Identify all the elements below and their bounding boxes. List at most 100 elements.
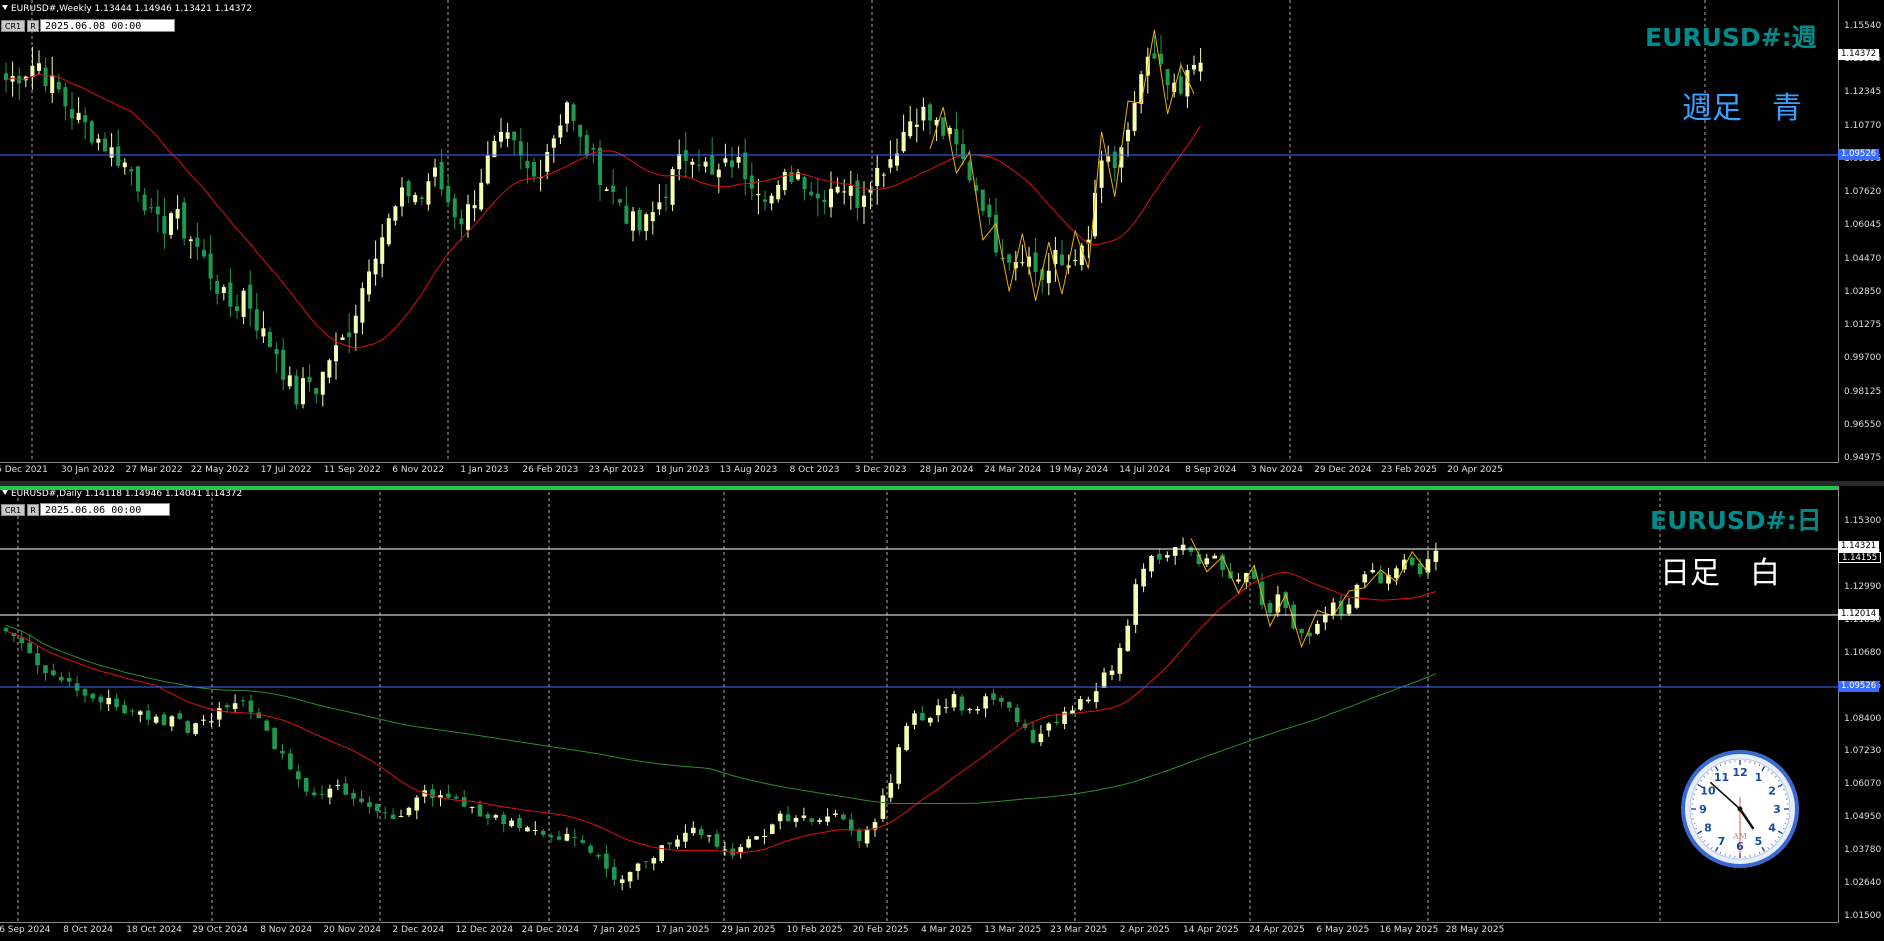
candle	[809, 181, 814, 197]
candle	[406, 179, 411, 203]
candle	[1046, 252, 1051, 296]
candle	[296, 764, 301, 788]
candle	[881, 172, 886, 188]
time-tick-label: 18 Jun 2023	[655, 465, 710, 475]
weekly-cr-button[interactable]: CR1	[1, 20, 25, 32]
candle	[604, 845, 609, 878]
time-tick-label: 20 Feb 2025	[852, 925, 909, 935]
candle	[1370, 563, 1375, 574]
candle	[106, 689, 111, 712]
weekly-datetime-field[interactable]: 2025.06.08 00:00	[40, 19, 175, 32]
clock-numeral: 3	[1773, 803, 1781, 816]
candle	[406, 806, 412, 818]
candle	[314, 387, 319, 404]
daily-r-button[interactable]: R	[27, 504, 39, 516]
candle	[248, 694, 254, 720]
candle	[994, 198, 998, 257]
candle	[698, 826, 704, 840]
price-tick-label: 0.99700	[1844, 353, 1882, 364]
candle	[809, 817, 815, 826]
candle	[1125, 619, 1131, 652]
candle	[664, 184, 668, 212]
candle	[27, 634, 32, 655]
candle	[193, 722, 198, 736]
daily-header-text: EURUSD#,Daily 1.14118 1.14946 1.14041 1.…	[11, 489, 243, 499]
candle	[1046, 722, 1052, 737]
time-tick-label: 5 Dec 2021	[0, 465, 48, 475]
weekly-r-button[interactable]: R	[27, 20, 39, 32]
candle	[1007, 253, 1012, 271]
candle	[76, 97, 81, 124]
candle	[288, 748, 293, 771]
time-tick-label: 29 Oct 2024	[192, 925, 248, 935]
time-tick-label: 11 Sep 2022	[323, 465, 381, 475]
time-tick-label: 17 Jan 2025	[655, 925, 710, 935]
candle	[66, 671, 72, 688]
daily-cr-button[interactable]: CR1	[1, 504, 25, 516]
active-pane-indicator	[0, 486, 1838, 490]
candle	[558, 114, 563, 145]
candle	[730, 147, 734, 178]
weekly-header-text: EURUSD#,Weekly 1.13444 1.14946 1.13421 1…	[11, 4, 252, 14]
candle	[518, 127, 523, 170]
candle	[928, 716, 933, 727]
candle	[461, 789, 467, 808]
candle	[796, 168, 800, 181]
candle	[736, 146, 741, 169]
candle	[1299, 628, 1304, 640]
daily-chart-pane[interactable]: EURUSD#,Daily 1.14118 1.14946 1.14041 1.…	[0, 486, 1884, 941]
daily-datetime-field[interactable]: 2025.06.06 00:00	[40, 503, 170, 516]
candle	[538, 159, 543, 192]
chart-menu-icon[interactable]	[2, 5, 8, 10]
price-tick-label: 1.02850	[1844, 286, 1882, 297]
candle	[161, 711, 167, 726]
candle	[706, 834, 712, 843]
candle	[202, 238, 206, 260]
candle	[130, 708, 135, 716]
price-tick-label: 1.12345	[1844, 87, 1882, 98]
candle	[505, 122, 510, 148]
candle	[951, 690, 957, 712]
weekly-title: EURUSD#:週	[1645, 23, 1817, 52]
weekly-price-tag: 1.14372	[1838, 49, 1880, 60]
candle	[954, 111, 959, 155]
candle	[975, 705, 980, 715]
candle	[351, 789, 356, 806]
candle	[228, 268, 233, 317]
candle	[274, 342, 279, 374]
time-tick-label: 13 Aug 2023	[719, 465, 778, 475]
candle	[525, 142, 530, 184]
time-tick-label: 2 Dec 2024	[392, 925, 445, 935]
price-tick-label: 1.12990	[1844, 581, 1882, 592]
candle	[240, 697, 246, 708]
candle	[103, 132, 107, 152]
candle	[967, 707, 973, 714]
candle	[921, 97, 926, 131]
candle	[469, 806, 475, 814]
candle	[604, 186, 609, 192]
time-tick-label: 10 Feb 2025	[786, 925, 843, 935]
candle	[367, 796, 372, 814]
clock-numeral: 11	[1714, 771, 1729, 784]
candle	[1192, 55, 1196, 75]
price-tick-label: 1.07230	[1844, 746, 1882, 757]
candle	[1078, 695, 1083, 711]
weekly-chart-pane[interactable]: EURUSD#,Weekly 1.13444 1.14946 1.13421 1…	[0, 0, 1884, 481]
candle	[43, 665, 48, 681]
candle	[580, 835, 585, 845]
weekly-chart-canvas[interactable]	[0, 0, 1884, 481]
chart-menu-icon[interactable]	[2, 490, 8, 495]
candle	[1014, 704, 1020, 727]
candle	[777, 810, 783, 830]
price-tick-label: 1.06045	[1844, 220, 1882, 231]
candle	[373, 240, 378, 286]
candle	[710, 137, 715, 175]
candle	[114, 693, 119, 711]
candle	[1338, 594, 1344, 621]
candle	[644, 212, 649, 241]
time-tick-label: 22 May 2022	[190, 465, 250, 475]
candle	[472, 190, 477, 222]
daily-chart-canvas[interactable]	[0, 486, 1884, 941]
candle	[1378, 565, 1383, 584]
candle	[439, 149, 444, 197]
